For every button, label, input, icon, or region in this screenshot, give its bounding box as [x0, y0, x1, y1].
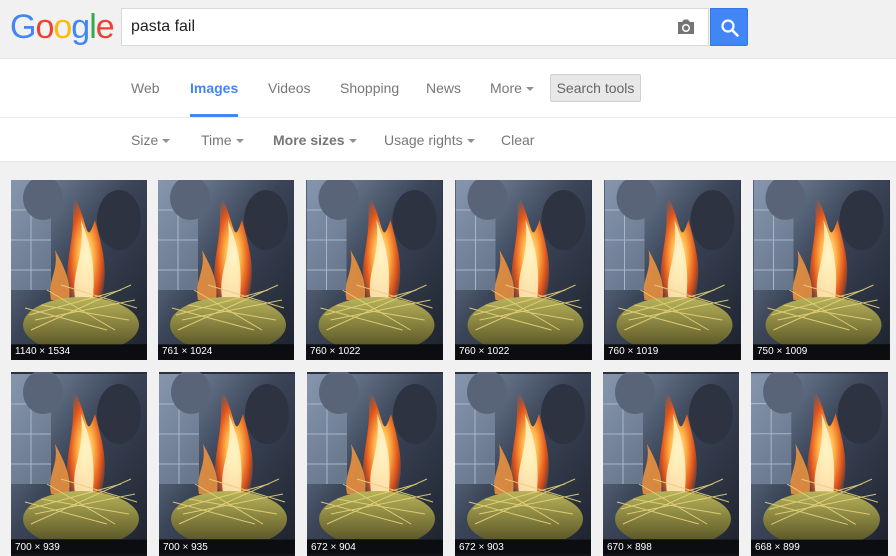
- result-thumbnail: [604, 180, 741, 360]
- image-dimensions: 760 × 1019: [604, 344, 741, 360]
- tool-clear[interactable]: Clear: [501, 118, 534, 162]
- logo-letter: g: [71, 8, 90, 46]
- chevron-down-icon: [348, 139, 357, 144]
- search-button[interactable]: [710, 8, 748, 46]
- result-thumbnail: [751, 372, 888, 556]
- chevron-down-icon: [525, 87, 534, 92]
- header: Google: [0, 0, 896, 58]
- tab-news[interactable]: News: [426, 59, 461, 117]
- tab-images[interactable]: Images: [190, 59, 239, 117]
- camera-icon[interactable]: [676, 18, 696, 36]
- tool-label: Size: [131, 132, 159, 148]
- result-thumbnail: [603, 372, 739, 556]
- image-result[interactable]: 672 × 904: [307, 372, 443, 556]
- tool-usage-rights[interactable]: Usage rights: [384, 118, 475, 162]
- image-dimensions: 750 × 1009: [753, 344, 890, 360]
- image-dimensions: 760 × 1022: [455, 344, 592, 360]
- tool-size[interactable]: Size: [131, 118, 171, 162]
- tab-label: News: [426, 80, 462, 96]
- logo-letter: o: [53, 8, 72, 46]
- image-result[interactable]: 761 × 1024: [158, 180, 294, 360]
- tab-shopping[interactable]: Shopping: [340, 59, 399, 117]
- result-thumbnail: [455, 180, 592, 360]
- tabs-bar: Web Images Videos Shopping News More Sea…: [0, 58, 896, 117]
- result-thumbnail: [11, 372, 147, 556]
- image-dimensions: 700 × 939: [11, 540, 147, 556]
- result-thumbnail: [753, 180, 890, 360]
- tab-videos[interactable]: Videos: [268, 59, 311, 117]
- search-tools-button[interactable]: Search tools: [550, 74, 641, 102]
- image-results-grid: 1140 × 1534 761 × 1024 760 × 1022 760 × …: [0, 162, 896, 556]
- image-result[interactable]: 750 × 1009: [753, 180, 890, 360]
- image-dimensions: 668 × 899: [751, 540, 888, 556]
- result-thumbnail: [159, 372, 295, 556]
- tool-label: Clear: [501, 132, 535, 148]
- tool-more-sizes[interactable]: More sizes: [273, 118, 357, 162]
- image-result[interactable]: 760 × 1022: [306, 180, 443, 360]
- logo-letter: G: [10, 8, 36, 46]
- image-result[interactable]: 670 × 898: [603, 372, 739, 556]
- image-result[interactable]: 760 × 1019: [604, 180, 741, 360]
- tools-bar: Size Time More sizes Usage rights Clear: [0, 117, 896, 162]
- tab-web[interactable]: Web: [131, 59, 160, 117]
- image-dimensions: 672 × 903: [455, 540, 591, 556]
- chevron-down-icon: [466, 139, 475, 144]
- chevron-down-icon: [235, 139, 244, 144]
- search-box: [121, 8, 709, 46]
- image-dimensions: 700 × 935: [159, 540, 295, 556]
- image-result[interactable]: 1140 × 1534: [11, 180, 147, 360]
- chevron-down-icon: [162, 139, 171, 144]
- tab-label: Shopping: [340, 80, 400, 96]
- image-dimensions: 760 × 1022: [306, 344, 443, 360]
- image-result[interactable]: 672 × 903: [455, 372, 591, 556]
- result-thumbnail: [307, 372, 443, 556]
- tool-time[interactable]: Time: [201, 118, 244, 162]
- image-dimensions: 761 × 1024: [158, 344, 294, 360]
- tab-label: More: [490, 80, 522, 96]
- tab-more[interactable]: More: [490, 59, 534, 117]
- image-dimensions: 670 × 898: [603, 540, 739, 556]
- result-thumbnail: [11, 180, 147, 360]
- logo-letter: o: [35, 8, 54, 46]
- result-thumbnail: [158, 180, 294, 360]
- tab-label: Videos: [268, 80, 311, 96]
- image-dimensions: 672 × 904: [307, 540, 443, 556]
- result-thumbnail: [455, 372, 591, 556]
- logo-letter: e: [95, 8, 115, 46]
- search-input[interactable]: [122, 9, 662, 45]
- image-result[interactable]: 668 × 899: [751, 372, 888, 556]
- google-logo[interactable]: Google: [10, 8, 115, 46]
- result-thumbnail: [306, 180, 443, 360]
- tool-label: More sizes: [273, 132, 345, 148]
- image-result[interactable]: 700 × 935: [159, 372, 295, 556]
- tab-label: Web: [131, 80, 160, 96]
- tool-label: Time: [201, 132, 232, 148]
- tool-label: Usage rights: [384, 132, 463, 148]
- image-result[interactable]: 760 × 1022: [455, 180, 592, 360]
- image-result[interactable]: 700 × 939: [11, 372, 147, 556]
- tab-label: Images: [190, 80, 239, 96]
- image-dimensions: 1140 × 1534: [11, 344, 147, 360]
